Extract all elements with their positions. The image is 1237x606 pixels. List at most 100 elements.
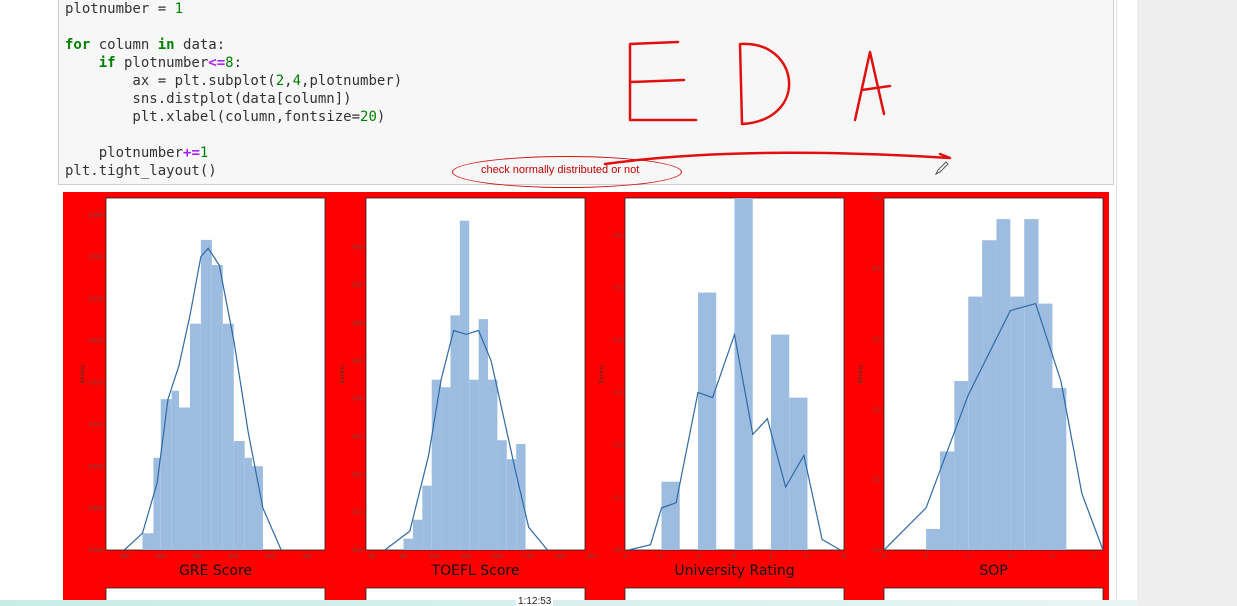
x-tick-label: 300 [156, 554, 166, 560]
y-axis-label: Density [599, 364, 605, 383]
code-line: plt.tight_layout() [65, 163, 217, 179]
y-tick-label: 0.05 [352, 359, 363, 365]
x-tick-label: 1 [660, 554, 663, 560]
histogram-bar [244, 457, 252, 550]
y-axis-label: Density [340, 364, 346, 383]
histogram-bar [403, 538, 413, 550]
x-tick-label: 6 [842, 554, 845, 560]
histogram-bar [497, 440, 507, 550]
y-axis-label: Density [858, 364, 864, 383]
histogram-bar [422, 485, 432, 550]
y-tick-label: 0.00 [352, 548, 363, 554]
x-tick-label: 105 [461, 554, 471, 560]
y-tick-label: 0.6 [614, 233, 622, 239]
x-tick-label: 310 [192, 554, 202, 560]
histogram-bar [469, 379, 479, 550]
histogram-bar [996, 219, 1011, 550]
histogram-bar [954, 381, 969, 550]
histogram-bar [698, 292, 717, 550]
x-tick-label: 100 [430, 554, 440, 560]
histogram-bar [222, 323, 234, 550]
y-tick-label: 0.0 [614, 548, 622, 554]
y-tick-label: 0.4 [873, 266, 881, 272]
y-tick-label: 0.4 [614, 338, 622, 344]
x-tick-label: 95 [400, 554, 406, 560]
y-tick-label: 0.01 [352, 510, 363, 516]
code-line: if plotnumber<=8: [98, 55, 243, 71]
x-tick-label: 5 [806, 554, 809, 560]
histogram-bar [179, 407, 190, 550]
histogram-bar [661, 481, 680, 550]
x-tick-label: 330 [265, 554, 275, 560]
video-progress-bar[interactable] [0, 600, 1137, 606]
distribution-plots: 0.0000.0050.0100.0150.0200.0250.0300.035… [80, 196, 1104, 606]
histogram-bar [516, 444, 526, 550]
histogram-bar [153, 457, 161, 550]
histogram-bar [968, 296, 983, 550]
y-tick-label: 0.015 [89, 422, 103, 428]
x-tick-label: 125 [586, 554, 596, 560]
histogram-bar [734, 198, 753, 550]
histogram-bar [200, 239, 212, 550]
x-tick-label: 110 [493, 554, 503, 560]
x-tick-label: 4 [1051, 554, 1054, 560]
y-tick-label: 0.025 [89, 338, 103, 344]
histogram-bar [412, 519, 423, 550]
histogram-bar [1038, 303, 1053, 550]
histogram-bar [488, 379, 498, 550]
code-line: for column in data: [65, 37, 226, 53]
y-tick-label: 0.5 [873, 196, 881, 202]
histogram-bar [441, 387, 451, 550]
y-tick-label: 0.5 [614, 285, 622, 291]
y-tick-label: 0.000 [89, 548, 103, 554]
x-tick-label: 0 [882, 554, 885, 560]
x-tick-label: 0 [623, 554, 626, 560]
x-tick-label: 90 [369, 554, 375, 560]
right-gutter [1137, 0, 1237, 606]
histogram-bar [982, 240, 997, 551]
x-tick-label: 290 [119, 554, 129, 560]
x-tick-label: 5 [1093, 554, 1096, 560]
code-line: plotnumber+=1 [65, 145, 209, 161]
x-axis-label: GRE Score [179, 563, 252, 579]
x-tick-label: 4 [769, 554, 772, 560]
pen-cursor-icon [934, 161, 949, 176]
code-line: plt.xlabel(column,fontsize=20) [65, 109, 386, 125]
page: plotnumber = 1 for column in data: if pl… [0, 0, 1237, 606]
histogram-bar [789, 397, 808, 550]
y-tick-label: 0.3 [614, 390, 622, 396]
x-tick-label: 3 [1009, 554, 1012, 560]
histogram-bar [1010, 296, 1025, 550]
y-tick-label: 0.08 [352, 245, 363, 251]
code-line: sns.distplot(data[column]) [65, 91, 352, 107]
y-tick-label: 0.06 [352, 321, 363, 327]
y-tick-label: 0.040 [89, 213, 103, 219]
code-line: plotnumber = 1 [65, 1, 184, 17]
histogram-bar [142, 533, 154, 550]
y-tick-label: 0.030 [89, 297, 103, 303]
y-tick-label: 0.020 [89, 380, 103, 386]
histogram-bar [189, 323, 201, 550]
x-axis-label: University Rating [674, 563, 794, 579]
histogram-bar [450, 315, 460, 550]
y-tick-label: 0.07 [352, 283, 363, 289]
histogram-bar [459, 220, 470, 551]
histogram-bar [1052, 388, 1067, 550]
y-tick-label: 0.010 [89, 464, 103, 470]
handwritten-eda-annotation [603, 40, 952, 166]
scrollbar-track[interactable] [1116, 0, 1117, 606]
x-tick-label: 2 [696, 554, 699, 560]
histogram-bar [233, 441, 245, 550]
x-axis-label: SOP [979, 563, 1007, 579]
x-tick-label: 320 [229, 554, 239, 560]
x-tick-label: 340 [302, 554, 312, 560]
y-tick-label: 0.03 [352, 434, 363, 440]
histogram-bar [506, 459, 517, 550]
annotation-text: check normally distributed or not [481, 164, 640, 176]
x-tick-label: 115 [524, 554, 534, 560]
x-tick-label: 2 [967, 554, 970, 560]
y-tick-label: 0.035 [89, 255, 103, 261]
x-tick-label: 3 [733, 554, 736, 560]
y-tick-label: 0.3 [873, 337, 881, 343]
y-tick-label: 0.04 [352, 397, 363, 403]
